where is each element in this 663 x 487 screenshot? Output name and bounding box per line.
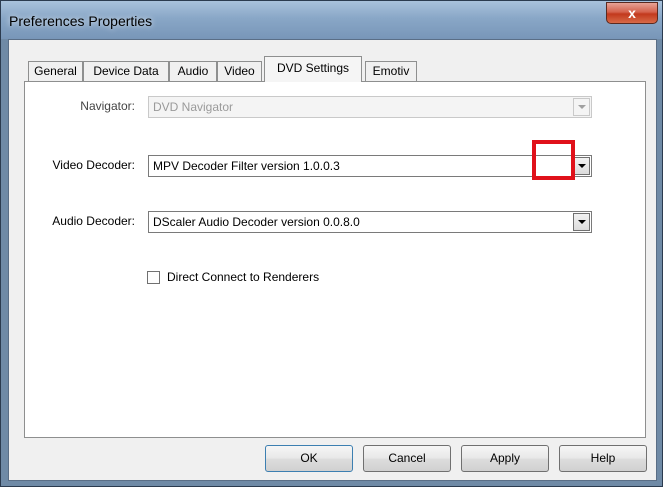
ok-button[interactable]: OK — [265, 445, 353, 472]
tab-label: Emotiv — [372, 64, 410, 78]
tab-label: DVD Settings — [276, 61, 350, 75]
navigator-select: DVD Navigator — [148, 96, 592, 118]
cancel-button[interactable]: Cancel — [363, 445, 451, 472]
tab-general[interactable]: General — [28, 61, 83, 81]
cancel-button-label: Cancel — [388, 451, 426, 465]
apply-button[interactable]: Apply — [461, 445, 549, 472]
tab-label: Audio — [177, 64, 209, 78]
chevron-down-icon — [578, 220, 586, 224]
audio-decoder-value: DScaler Audio Decoder version 0.0.8.0 — [153, 215, 360, 229]
tab-label: Video — [224, 64, 255, 78]
apply-button-label: Apply — [489, 451, 521, 465]
window-title: Preferences Properties — [9, 13, 153, 29]
direct-connect-checkbox[interactable] — [147, 271, 160, 284]
navigator-dropdown-button — [573, 98, 590, 116]
tab-emotiv[interactable]: Emotiv — [365, 61, 417, 81]
navigator-value: DVD Navigator — [153, 100, 234, 114]
close-icon: x — [628, 5, 636, 21]
help-button[interactable]: Help — [559, 445, 647, 472]
chevron-down-icon — [578, 164, 586, 168]
navigator-label: Navigator: — [80, 99, 135, 113]
dialog-client-area: General Device Data Audio Video DVD Sett… — [8, 39, 657, 481]
highlight-box — [532, 140, 575, 180]
dvd-settings-panel: Navigator: DVD Navigator Video Decoder: … — [24, 81, 646, 438]
tab-device-data[interactable]: Device Data — [83, 61, 169, 81]
preferences-window: Preferences Properties x General Device … — [0, 0, 663, 487]
video-decoder-select[interactable]: MPV Decoder Filter version 1.0.0.3 — [148, 155, 592, 177]
close-button[interactable]: x — [606, 2, 658, 24]
video-decoder-dropdown-button[interactable] — [573, 157, 590, 175]
tab-audio[interactable]: Audio — [169, 61, 217, 81]
tab-label: Device Data — [93, 64, 159, 78]
audio-decoder-label: Audio Decoder: — [52, 214, 135, 228]
audio-decoder-dropdown-button[interactable] — [573, 213, 590, 231]
tab-video[interactable]: Video — [217, 61, 262, 81]
tab-label: General — [34, 64, 77, 78]
title-bar[interactable]: Preferences Properties x — [1, 1, 662, 39]
direct-connect-label[interactable]: Direct Connect to Renderers — [167, 270, 319, 284]
video-decoder-label: Video Decoder: — [52, 158, 136, 172]
chevron-down-icon — [578, 105, 586, 109]
video-decoder-value: MPV Decoder Filter version 1.0.0.3 — [153, 159, 340, 173]
ok-button-label: OK — [300, 451, 318, 465]
help-button-label: Help — [590, 451, 616, 465]
tab-dvd-settings[interactable]: DVD Settings — [264, 56, 362, 82]
audio-decoder-select[interactable]: DScaler Audio Decoder version 0.0.8.0 — [148, 211, 592, 233]
